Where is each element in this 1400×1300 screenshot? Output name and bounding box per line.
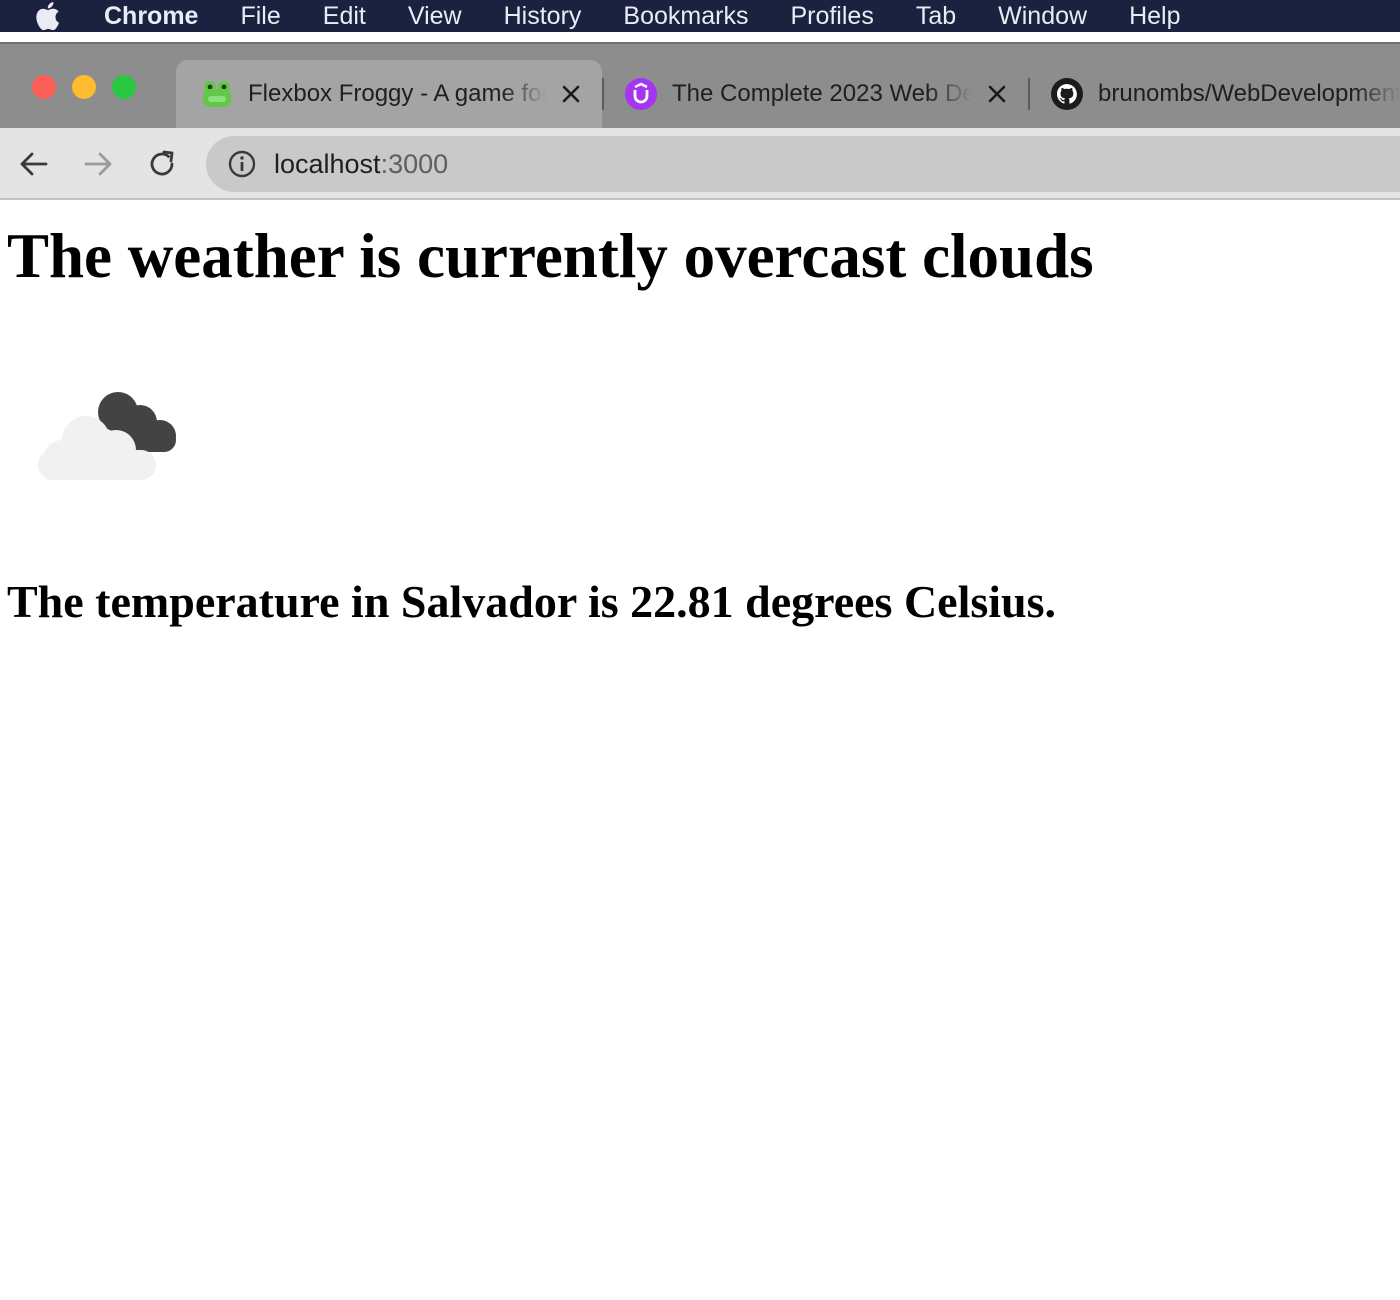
site-info-icon[interactable]: [226, 148, 258, 180]
overcast-clouds-icon: [32, 388, 182, 488]
tab-flexbox-froggy[interactable]: Flexbox Froggy - A game for learning CSS…: [176, 60, 602, 128]
menu-bookmarks[interactable]: Bookmarks: [623, 0, 748, 32]
tab-github-repo[interactable]: brunombs/WebDevelopment: [1030, 60, 1400, 128]
url-host: localhost: [274, 148, 381, 179]
github-icon: [1050, 77, 1084, 111]
tab-title: brunombs/WebDevelopment: [1098, 80, 1400, 107]
close-window-button[interactable]: [32, 75, 56, 99]
menu-edit[interactable]: Edit: [323, 0, 366, 32]
menu-profiles[interactable]: Profiles: [790, 0, 873, 32]
weather-heading: The weather is currently overcast clouds: [7, 221, 1094, 291]
minimize-window-button[interactable]: [72, 75, 96, 99]
menu-history[interactable]: History: [504, 0, 582, 32]
page-content: The weather is currently overcast clouds…: [0, 202, 1400, 1300]
tab-strip: Flexbox Froggy - A game for learning CSS…: [0, 42, 1400, 128]
url-text[interactable]: localhost:3000: [274, 149, 448, 180]
menu-window[interactable]: Window: [998, 0, 1087, 32]
apple-logo-icon[interactable]: [33, 0, 63, 32]
reload-icon[interactable]: [144, 146, 180, 182]
menu-help[interactable]: Help: [1129, 0, 1180, 32]
url-port: :3000: [380, 148, 449, 179]
tab-web-bootcamp[interactable]: The Complete 2023 Web Development Bootca…: [604, 60, 1028, 128]
menu-tab[interactable]: Tab: [916, 0, 956, 32]
zoom-window-button[interactable]: [112, 75, 136, 99]
menu-view[interactable]: View: [408, 0, 462, 32]
menu-app-name[interactable]: Chrome: [104, 0, 198, 32]
browser-toolbar: localhost:3000: [0, 128, 1400, 200]
temperature-text: The temperature in Salvador is 22.81 deg…: [7, 576, 1057, 627]
tab-title: Flexbox Froggy - A game for learning CSS…: [248, 80, 546, 107]
forward-arrow-icon[interactable]: [80, 146, 116, 182]
back-arrow-icon[interactable]: [16, 146, 52, 182]
frog-icon: [200, 77, 234, 111]
menu-file[interactable]: File: [240, 0, 280, 32]
close-tab-icon[interactable]: [982, 79, 1012, 109]
tab-title: The Complete 2023 Web Development Bootca…: [672, 80, 972, 107]
udemy-icon: [624, 77, 658, 111]
close-tab-icon[interactable]: [556, 79, 586, 109]
macos-menu-bar: Chrome File Edit View History Bookmarks …: [0, 0, 1400, 32]
address-bar[interactable]: localhost:3000: [206, 136, 1400, 192]
